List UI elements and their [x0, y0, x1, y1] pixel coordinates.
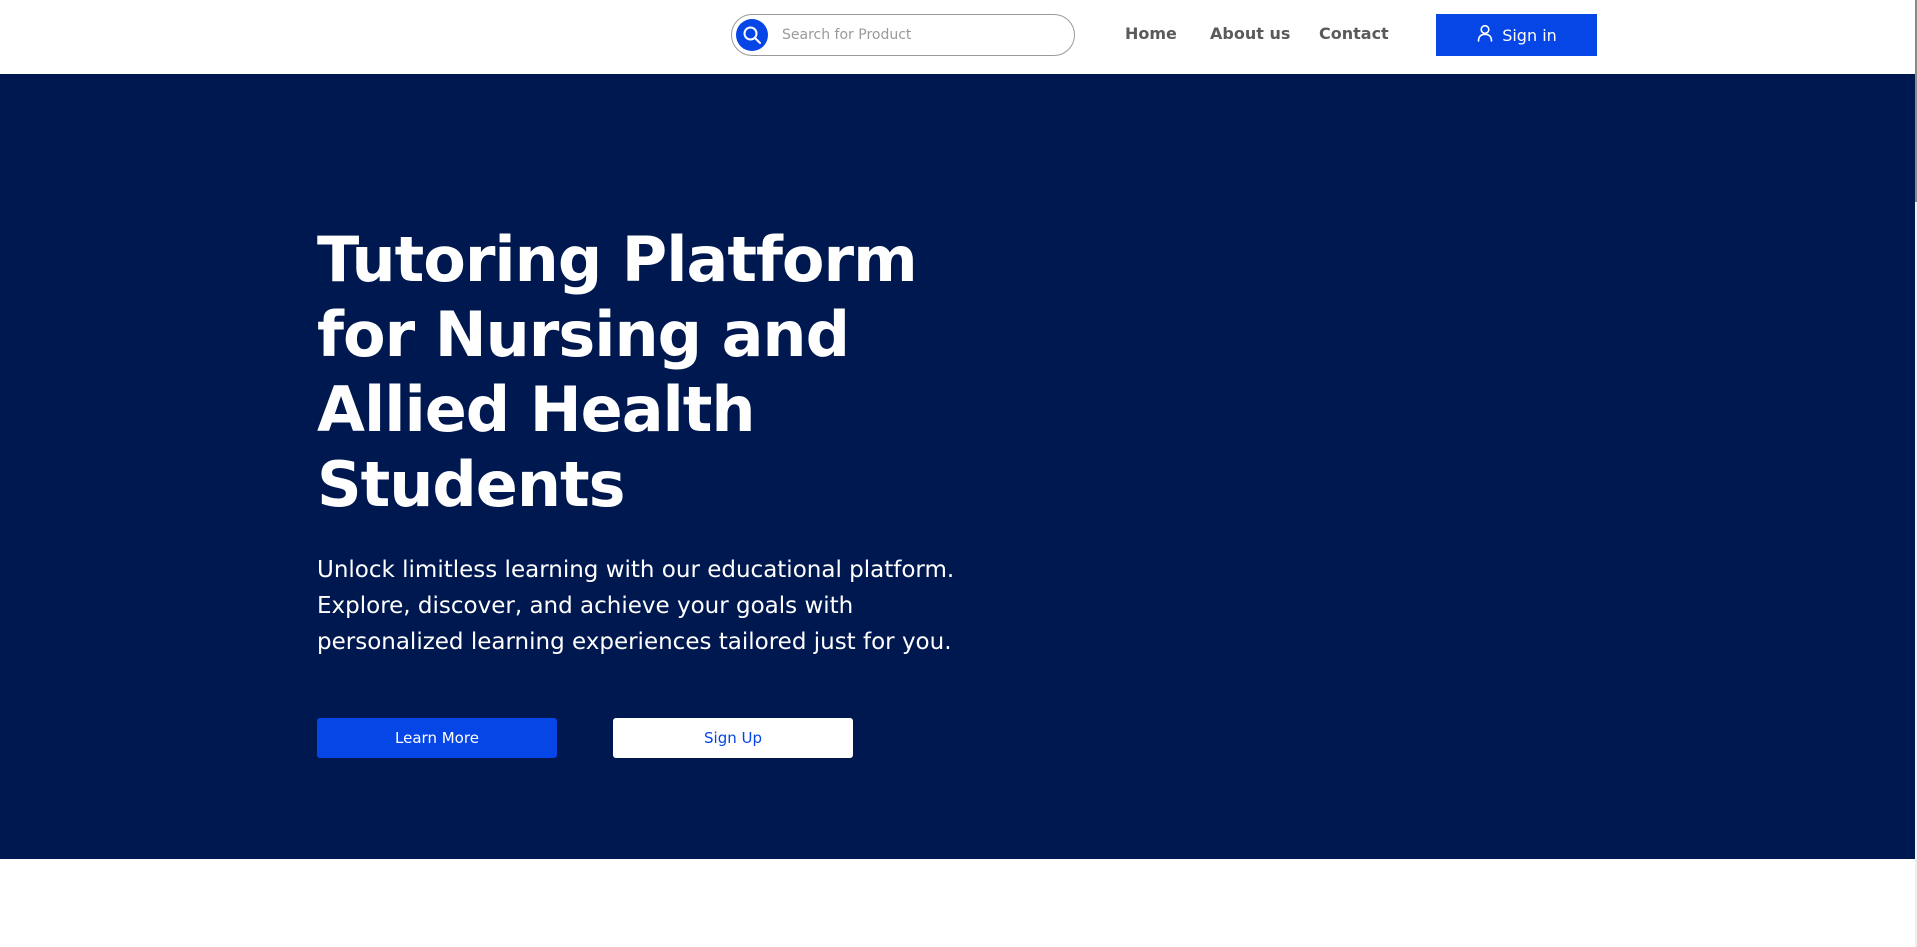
- nav-about-link[interactable]: About us: [1210, 24, 1290, 44]
- search-icon[interactable]: [736, 19, 768, 51]
- learn-more-button[interactable]: Learn More: [317, 718, 557, 758]
- nav-contact-link[interactable]: Contact: [1319, 24, 1389, 44]
- search-bar[interactable]: [731, 14, 1075, 56]
- user-icon: [1476, 24, 1494, 46]
- site-header: Home About us Contact Sign in: [0, 0, 1917, 74]
- page: Home About us Contact Sign in Tutoring P…: [0, 0, 1917, 947]
- search-input[interactable]: [780, 21, 1060, 49]
- sign-in-label: Sign in: [1502, 25, 1557, 45]
- sign-up-button[interactable]: Sign Up: [613, 718, 853, 758]
- hero-section: Tutoring Platform for Nursing and Allied…: [0, 74, 1917, 859]
- hero-title: Tutoring Platform for Nursing and Allied…: [317, 223, 918, 521]
- hero-subtitle: Unlock limitless learning with our educa…: [317, 557, 955, 655]
- nav-home-link[interactable]: Home: [1125, 24, 1177, 44]
- sign-in-button[interactable]: Sign in: [1436, 14, 1597, 56]
